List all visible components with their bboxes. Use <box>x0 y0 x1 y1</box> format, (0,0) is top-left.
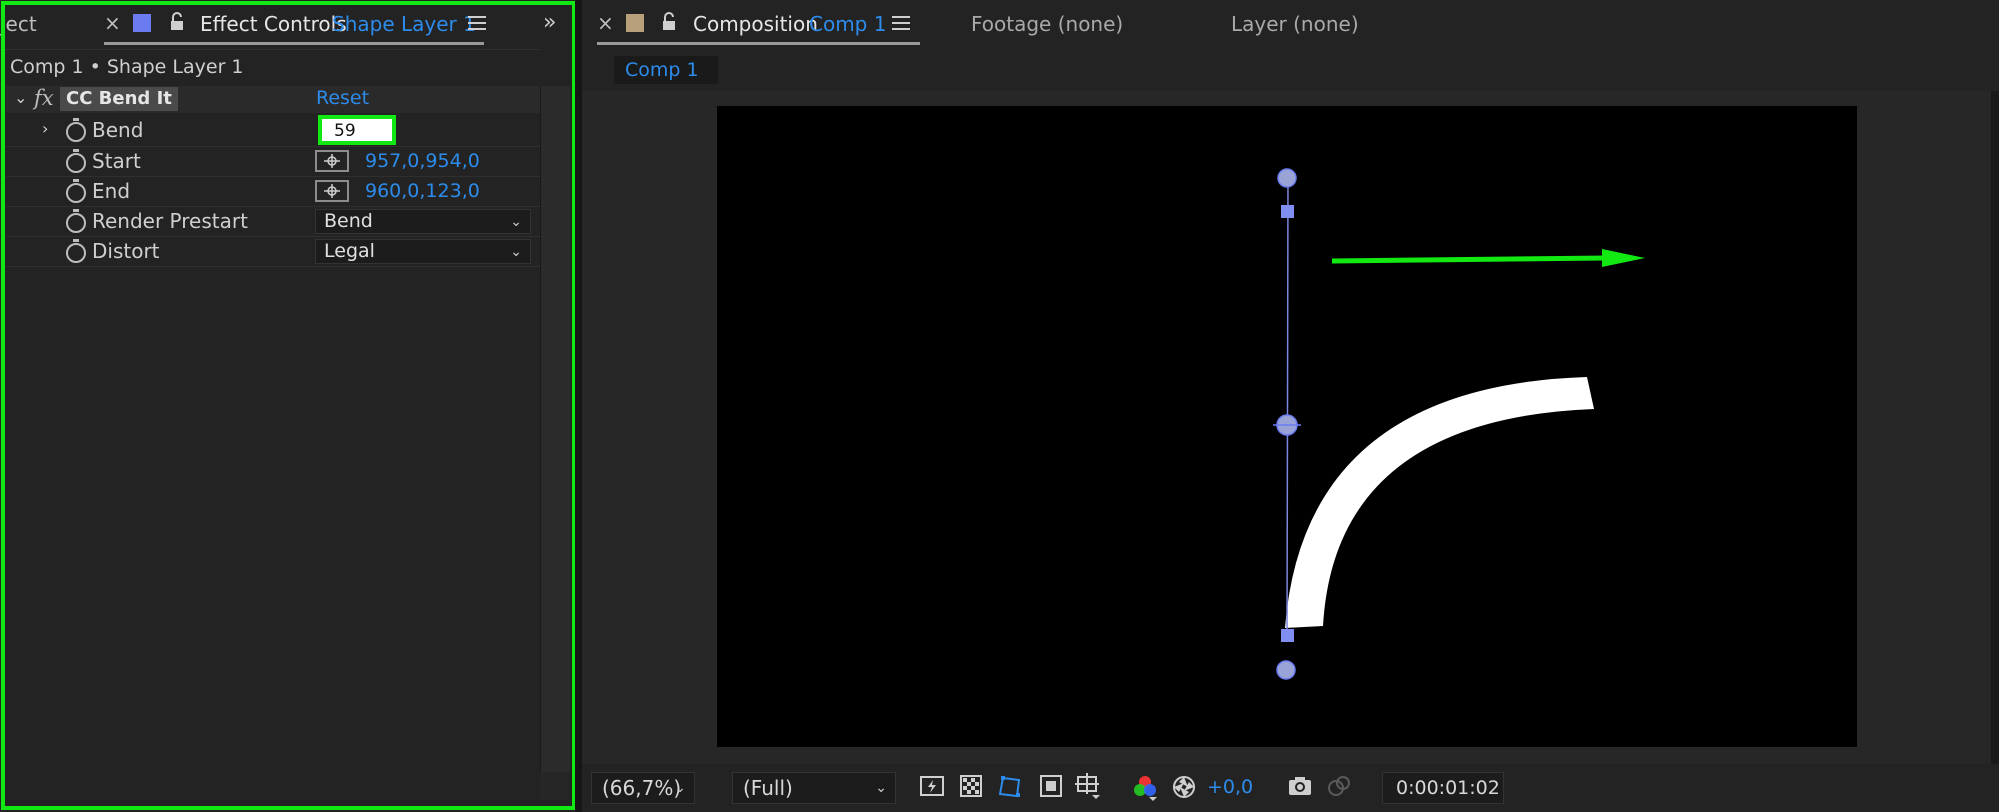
resolution-value: (Full) <box>743 776 793 800</box>
grid-guides-icon[interactable] <box>1074 772 1102 800</box>
end-label: End <box>92 179 131 203</box>
tab-composition[interactable]: Composition <box>693 12 818 36</box>
chevron-down-icon: ⌄ <box>674 780 686 796</box>
chevron-down-icon: ⌄ <box>510 214 522 230</box>
mask-path-visibility-icon[interactable] <box>996 774 1024 802</box>
collapse-chevron-icon[interactable]: ⌄ <box>14 88 27 107</box>
end-point-handle <box>1281 629 1294 642</box>
green-arrow-line <box>1331 255 1608 264</box>
effect-controls-panel: ject × Effect Controls Shape Layer 1 » C… <box>0 0 575 812</box>
bottom-handle <box>1276 660 1296 680</box>
breadcrumb: Comp 1 • Shape Layer 1 <box>10 56 244 78</box>
top-handle <box>1277 168 1297 188</box>
tab-comp-name[interactable]: Comp 1 <box>809 12 886 36</box>
channel-rgb-icon[interactable] <box>1131 774 1159 802</box>
bent-shape <box>1285 377 1594 628</box>
expand-chevron-icon[interactable]: › <box>42 119 48 138</box>
active-tab-indicator <box>597 42 920 45</box>
fx-icon[interactable]: fx <box>34 86 54 110</box>
property-row-end: End 960,0,123,0 <box>6 177 540 206</box>
property-row-render-prestart: Render Prestart Bend ⌄ <box>6 207 540 236</box>
active-tab-indicator <box>104 42 484 45</box>
scrollbar-corner <box>540 772 569 800</box>
end-value[interactable]: 960,0,123,0 <box>365 180 480 202</box>
comp-breadcrumb-chip[interactable]: Comp 1 <box>614 56 718 84</box>
region-of-interest-icon[interactable] <box>1037 774 1065 802</box>
distort-label: Distort <box>92 239 160 263</box>
property-row-bend: › Bend 59 <box>6 115 540 145</box>
reset-exposure-icon[interactable] <box>1170 774 1198 802</box>
effect-name[interactable]: CC Bend It <box>60 87 178 111</box>
render-prestart-dropdown[interactable]: Bend ⌄ <box>315 209 531 234</box>
start-label: Start <box>92 149 141 173</box>
snapshot-camera-icon[interactable] <box>1286 774 1314 802</box>
bend-value: 59 <box>334 121 356 141</box>
distort-dropdown[interactable]: Legal ⌄ <box>315 239 531 264</box>
divider <box>6 266 540 267</box>
viewer-bottom-bar: (66,7%) ⌄ (Full) ⌄ +0,0 0:00:01:02 <box>582 764 1999 812</box>
property-row-distort: Distort Legal ⌄ <box>6 237 540 266</box>
crosshair-point-icon[interactable] <box>315 150 349 172</box>
left-tab-bar: ject × Effect Controls Shape Layer 1 » <box>0 0 575 49</box>
zoom-dropdown[interactable]: (66,7%) ⌄ <box>591 772 695 804</box>
comp-color-swatch <box>626 14 644 32</box>
tab-project[interactable]: ject <box>0 12 37 36</box>
expand-panels-icon[interactable]: » <box>543 10 556 35</box>
transparency-grid-icon[interactable] <box>957 774 985 802</box>
canvas-artwork <box>1273 168 1645 680</box>
bend-axis-line <box>1286 177 1289 637</box>
stopwatch-icon[interactable] <box>66 239 86 263</box>
chevron-down-icon: ⌄ <box>875 780 887 796</box>
fast-previews-icon[interactable] <box>918 774 946 802</box>
tab-layer[interactable]: Layer (none) <box>1231 12 1359 36</box>
panel-gutter[interactable] <box>575 0 582 812</box>
zoom-value: (66,7%) <box>602 776 682 800</box>
layer-color-swatch <box>133 14 151 32</box>
panel-menu-icon[interactable] <box>892 15 910 31</box>
stopwatch-icon[interactable] <box>66 179 86 203</box>
bend-value-field[interactable]: 59 <box>318 115 396 145</box>
composition-canvas[interactable] <box>717 106 1857 747</box>
divider <box>0 49 540 50</box>
viewer-right-edge <box>1991 91 1999 764</box>
timecode-value: 0:00:01:02 <box>1396 777 1500 799</box>
effect-header-row[interactable]: ⌄ fx CC Bend It Reset <box>6 86 540 113</box>
tab-footage[interactable]: Footage (none) <box>971 12 1123 36</box>
distort-value: Legal <box>324 240 375 262</box>
start-value[interactable]: 957,0,954,0 <box>365 150 480 172</box>
crosshair-point-icon[interactable] <box>315 180 349 202</box>
show-snapshot-icon[interactable] <box>1325 774 1353 802</box>
panel-menu-icon[interactable] <box>468 15 486 31</box>
close-icon[interactable]: × <box>104 11 121 35</box>
start-point-handle <box>1281 205 1294 218</box>
tab-effect-controls[interactable]: Effect Controls <box>200 12 347 36</box>
vertical-scrollbar[interactable] <box>540 86 570 772</box>
stopwatch-icon[interactable] <box>66 209 86 233</box>
chevron-down-icon: ⌄ <box>510 244 522 260</box>
exposure-value[interactable]: +0,0 <box>1207 776 1253 798</box>
timecode-field[interactable]: 0:00:01:02 <box>1382 772 1504 804</box>
lock-icon[interactable] <box>660 12 678 32</box>
tab-layer-name[interactable]: Shape Layer 1 <box>332 12 476 36</box>
stopwatch-icon[interactable] <box>66 118 86 142</box>
lock-icon[interactable] <box>168 12 186 32</box>
comp-navigator-bar: Comp 1 <box>582 49 1999 91</box>
property-row-start: Start 957,0,954,0 <box>6 147 540 176</box>
stopwatch-icon[interactable] <box>66 149 86 173</box>
bend-label: Bend <box>92 118 144 142</box>
close-icon[interactable]: × <box>597 11 614 35</box>
reset-button[interactable]: Reset <box>316 87 369 109</box>
resolution-dropdown[interactable]: (Full) ⌄ <box>732 772 896 804</box>
green-arrow-head <box>1602 249 1645 267</box>
render-prestart-label: Render Prestart <box>92 209 248 233</box>
render-prestart-value: Bend <box>324 210 373 232</box>
